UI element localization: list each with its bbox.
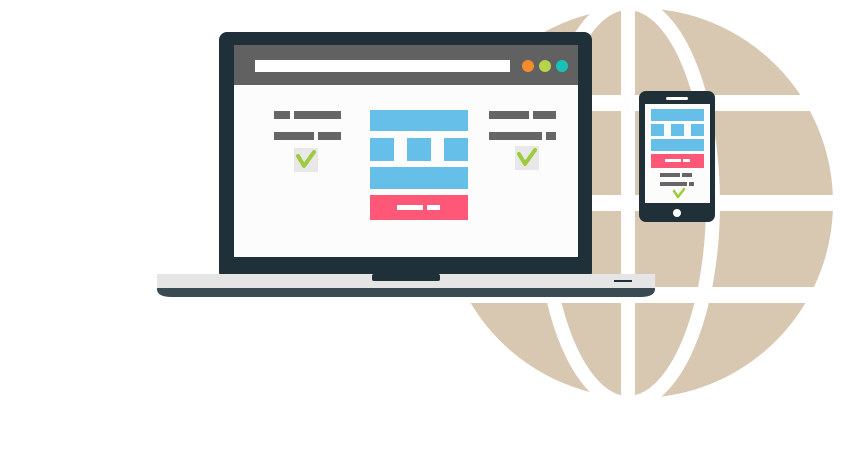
laptop-icon [157,32,655,297]
wireframe-header-block [370,110,468,131]
window-dot-teal [556,60,568,72]
laptop-indicator-light [614,280,632,282]
address-bar [255,60,510,72]
smartphone-icon [639,91,715,222]
window-dot-green [539,60,551,72]
checkmark-icon [515,146,539,170]
window-dot-orange [522,60,534,72]
wireframe-column-block [407,138,431,161]
laptop-base-shadow [157,288,655,297]
wireframe-column-block [444,138,468,161]
wireframe-footer-block [370,167,468,189]
responsive-design-illustration [0,0,853,455]
phone-speaker [666,97,688,100]
phone-home-button [673,209,681,217]
wireframe-column-block [370,138,394,161]
laptop-hinge-notch [372,274,440,281]
checkmark-icon [294,148,318,172]
